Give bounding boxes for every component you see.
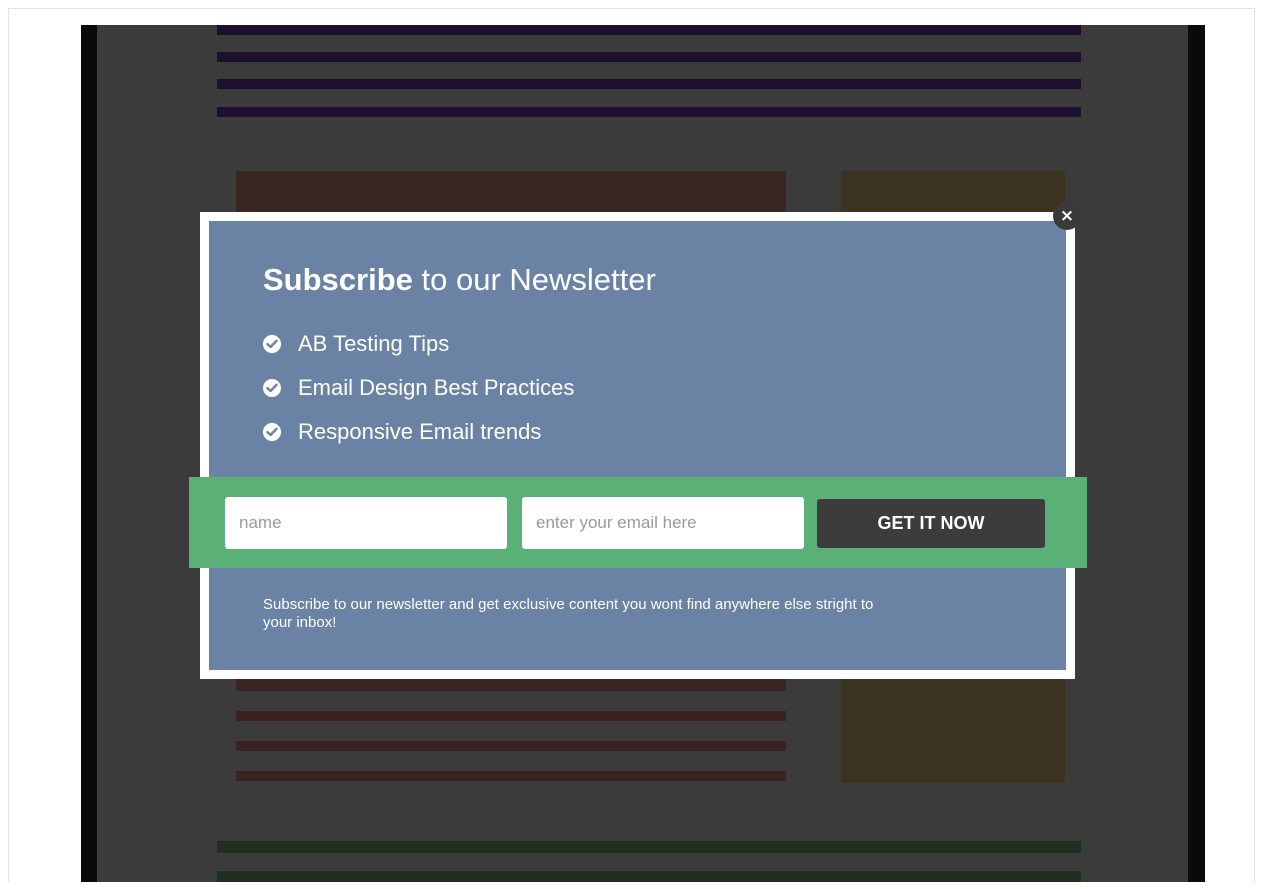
check-circle-icon (263, 335, 281, 353)
close-button[interactable]: × (1053, 202, 1081, 230)
get-it-now-button[interactable]: GET IT NOW (817, 499, 1045, 548)
placeholder-stripe (236, 711, 786, 721)
feature-list: AB Testing Tips Email Design Best Practi… (263, 322, 574, 454)
footnote-text: Subscribe to our newsletter and get excl… (263, 596, 874, 631)
check-circle-icon (263, 423, 281, 441)
feature-label: Email Design Best Practices (298, 375, 575, 400)
close-icon: × (1059, 206, 1075, 226)
placeholder-stripe (217, 871, 1081, 882)
placeholder-stripe (236, 741, 786, 751)
list-item: AB Testing Tips (263, 322, 574, 366)
placeholder-stripe (217, 107, 1081, 117)
email-input[interactable] (522, 497, 804, 549)
feature-label: Responsive Email trends (298, 419, 542, 444)
modal-title-emphasis: Subscribe (263, 262, 413, 297)
placeholder-stripe (217, 52, 1081, 62)
placeholder-stripe (217, 79, 1081, 89)
placeholder-stripe (217, 25, 1081, 35)
list-item: Email Design Best Practices (263, 366, 574, 410)
check-circle-icon (263, 379, 281, 397)
placeholder-stripe (217, 841, 1081, 853)
modal-title: Subscribe to our Newsletter (263, 262, 656, 298)
placeholder-stripe (236, 771, 786, 781)
list-item: Responsive Email trends (263, 410, 574, 454)
feature-label: AB Testing Tips (298, 331, 450, 356)
name-input[interactable] (225, 497, 507, 549)
modal-title-rest: to our Newsletter (412, 262, 656, 297)
